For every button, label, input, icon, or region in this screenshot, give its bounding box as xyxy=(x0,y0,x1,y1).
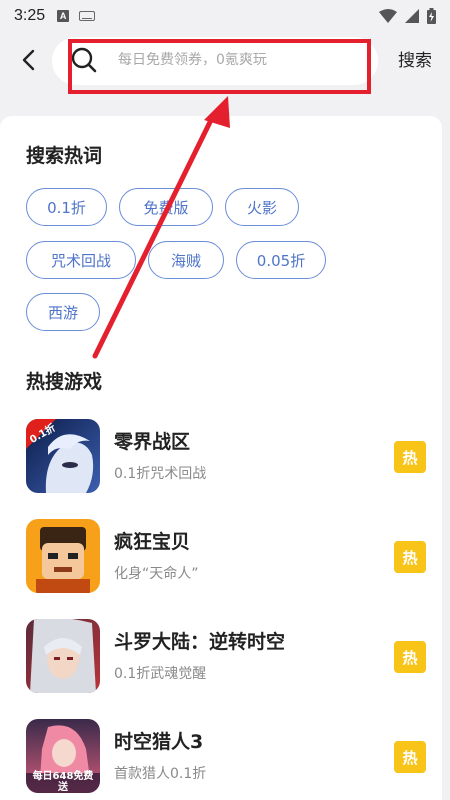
game-name-1: 疯狂宝贝 xyxy=(114,531,191,553)
game-desc-0: 0.1折咒术回战 xyxy=(114,466,207,482)
hot-words-title: 搜索热词 xyxy=(26,145,103,167)
status-time: 3:25 xyxy=(14,7,46,24)
status-bar: 3:25 A xyxy=(0,0,450,32)
tag-4[interactable]: 海贼 xyxy=(148,241,224,279)
hot-badge-1: 热 xyxy=(394,541,426,573)
battery-icon xyxy=(427,8,436,24)
search-highlight-box xyxy=(68,39,371,94)
hot-badge-3: 热 xyxy=(394,741,426,773)
search-button[interactable]: 搜索 xyxy=(398,46,432,71)
tag-0[interactable]: 0.1折 xyxy=(26,188,107,226)
game-icon-1 xyxy=(26,519,100,593)
tag-1[interactable]: 免费版 xyxy=(119,188,213,226)
game-row-2[interactable]: 斗罗大陆：逆转时空 0.1折武魂觉醒 热 xyxy=(26,619,426,695)
back-arrow-icon xyxy=(22,49,35,71)
signal-icon xyxy=(405,9,419,23)
hot-badge-2: 热 xyxy=(394,641,426,673)
game-row-0[interactable]: 0.1折 零界战区 0.1折咒术回战 热 xyxy=(26,419,426,495)
game-desc-3: 首款猎人0.1折 xyxy=(114,766,207,782)
game-desc-1: 化身“天命人” xyxy=(114,566,199,582)
tag-2[interactable]: 火影 xyxy=(225,188,299,226)
game-icon-0: 0.1折 xyxy=(26,419,100,493)
game-name-3: 时空猎人3 xyxy=(114,731,204,753)
tag-5[interactable]: 0.05折 xyxy=(236,241,326,279)
game-name-0: 零界战区 xyxy=(114,431,191,453)
wifi-icon xyxy=(379,9,397,23)
game-desc-2: 0.1折武魂觉醒 xyxy=(114,666,207,682)
hot-badge-0: 热 xyxy=(394,441,426,473)
tag-3[interactable]: 咒术回战 xyxy=(26,241,136,279)
game-icon-2 xyxy=(26,619,100,693)
scroll-gutter xyxy=(442,116,450,800)
tag-6[interactable]: 西游 xyxy=(26,293,100,331)
keyboard-icon xyxy=(79,11,96,21)
game-icon-3-label: 每日648免费送 xyxy=(32,771,94,793)
game-row-1[interactable]: 疯狂宝贝 化身“天命人” 热 xyxy=(26,519,426,595)
back-button[interactable] xyxy=(12,44,44,76)
hot-games-title: 热搜游戏 xyxy=(26,371,103,393)
status-icons xyxy=(379,8,436,24)
game-icon-3: 每日648免费送 xyxy=(26,719,100,793)
notification-a-icon: A xyxy=(57,10,70,22)
game-row-3[interactable]: 每日648免费送 时空猎人3 首款猎人0.1折 热 xyxy=(26,719,426,795)
game-name-2: 斗罗大陆：逆转时空 xyxy=(114,631,286,653)
search-header: 搜索 xyxy=(0,32,450,94)
